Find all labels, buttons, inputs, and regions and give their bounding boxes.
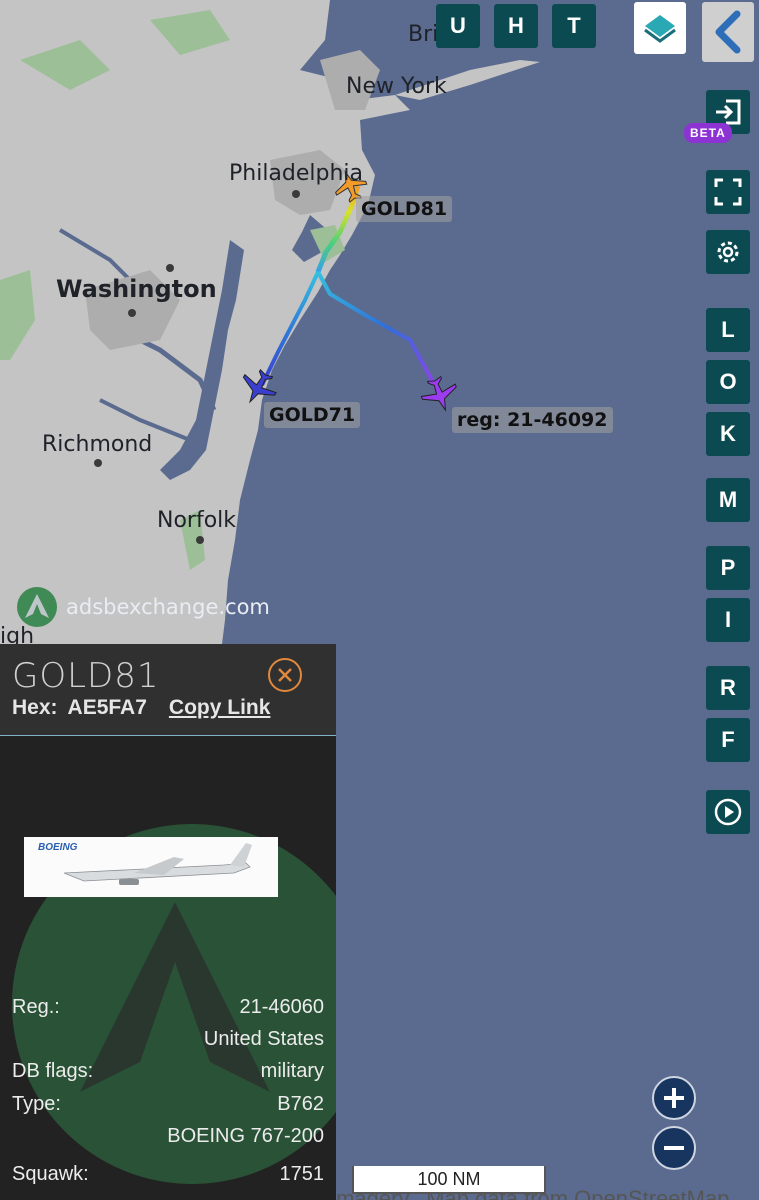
close-icon — [278, 668, 292, 682]
toggle-f-button[interactable]: F — [706, 718, 750, 762]
city-dot-wilmington — [292, 190, 300, 198]
info-row-type: Type: B762 — [12, 1093, 324, 1116]
info-row-type-name: BOEING 767-200 — [12, 1125, 324, 1148]
beta-badge: BETA — [684, 123, 732, 143]
gear-icon — [717, 241, 739, 263]
chevron-left-icon — [715, 10, 741, 54]
info-value: B762 — [277, 1093, 324, 1115]
toggle-i-button[interactable]: I — [706, 598, 750, 642]
city-label-washington: Washington — [56, 275, 217, 303]
callsign-label-gold81[interactable]: GOLD81 — [356, 196, 453, 222]
photo-brand-text: BOEING — [38, 842, 78, 853]
fullscreen-button[interactable] — [706, 170, 750, 214]
info-label: DB flags: — [12, 1060, 94, 1082]
city-label-new-york: New York — [346, 74, 447, 99]
panel-header: GOLD81 Hex: AE5FA7 Copy Link — [0, 644, 336, 736]
info-value: BOEING 767-200 — [167, 1125, 324, 1147]
toggle-m-button[interactable]: M — [706, 478, 750, 522]
fullscreen-icon — [714, 178, 742, 206]
hex-label: Hex: — [12, 696, 58, 719]
info-value: United States — [203, 1028, 324, 1050]
toggle-l-button[interactable]: L — [706, 308, 750, 352]
city-label-bridgeport: Bri — [408, 22, 439, 47]
toggle-h-button[interactable]: H — [494, 4, 538, 48]
toggle-r-button[interactable]: R — [706, 666, 750, 710]
minus-icon — [664, 1146, 684, 1150]
toggle-t-button[interactable]: T — [552, 4, 596, 48]
scale-bar: 100 NM — [352, 1166, 546, 1194]
info-row-country: United States — [12, 1028, 324, 1051]
city-label-richmond: Richmond — [42, 432, 153, 457]
city-label-philadelphia: Philadelphia — [229, 161, 364, 186]
replay-button[interactable] — [706, 790, 750, 834]
callsign-label-21-46092[interactable]: reg: 21-46092 — [452, 407, 613, 433]
panel-title: GOLD81 — [12, 656, 160, 696]
adsbexchange-text: adsbexchange.com — [66, 595, 270, 619]
aircraft-photo-image: BOEING — [24, 837, 278, 897]
toggle-o-button[interactable]: O — [706, 360, 750, 404]
copy-link[interactable]: Copy Link — [169, 696, 271, 720]
plus-icon — [664, 1088, 684, 1108]
city-dot-norfolk — [196, 536, 204, 544]
layers-icon — [644, 15, 676, 43]
zoom-out-button[interactable] — [652, 1126, 696, 1170]
hex-row: Hex: AE5FA7 Copy Link — [12, 696, 270, 720]
city-dot-washington — [128, 309, 136, 317]
info-label: Type: — [12, 1093, 61, 1115]
city-dot-baltimore — [166, 264, 174, 272]
adsbexchange-watermark: adsbexchange.com — [16, 586, 270, 628]
info-label: Squawk: — [12, 1163, 89, 1185]
toggle-k-button[interactable]: K — [706, 412, 750, 456]
info-row-squawk: Squawk: 1751 — [12, 1163, 324, 1186]
map-layers-button[interactable] — [634, 2, 686, 54]
replay-icon — [714, 798, 742, 826]
aircraft-photo[interactable]: BOEING — [24, 837, 278, 897]
info-value: military — [260, 1060, 324, 1082]
toggle-p-button[interactable]: P — [706, 546, 750, 590]
info-row-reg: Reg.: 21-46060 — [12, 996, 324, 1019]
settings-button[interactable] — [706, 230, 750, 274]
info-row-db-flags: DB flags: military — [12, 1060, 324, 1083]
adsbexchange-logo-icon — [17, 587, 57, 627]
aircraft-info-panel: GOLD81 Hex: AE5FA7 Copy Link BOEING Reg.… — [0, 644, 336, 1200]
city-dot-richmond — [94, 459, 102, 467]
zoom-in-button[interactable] — [652, 1076, 696, 1120]
collapse-sidebar-button[interactable] — [702, 2, 754, 62]
callsign-label-gold71[interactable]: GOLD71 — [264, 402, 361, 428]
info-value: 1751 — [279, 1163, 325, 1185]
info-value: 21-46060 — [239, 996, 324, 1018]
city-label-norfolk: Norfolk — [157, 508, 237, 533]
info-label: Reg.: — [12, 996, 60, 1018]
close-panel-button[interactable] — [268, 658, 302, 692]
toggle-u-button[interactable]: U — [436, 4, 480, 48]
hex-value: AE5FA7 — [67, 696, 147, 719]
